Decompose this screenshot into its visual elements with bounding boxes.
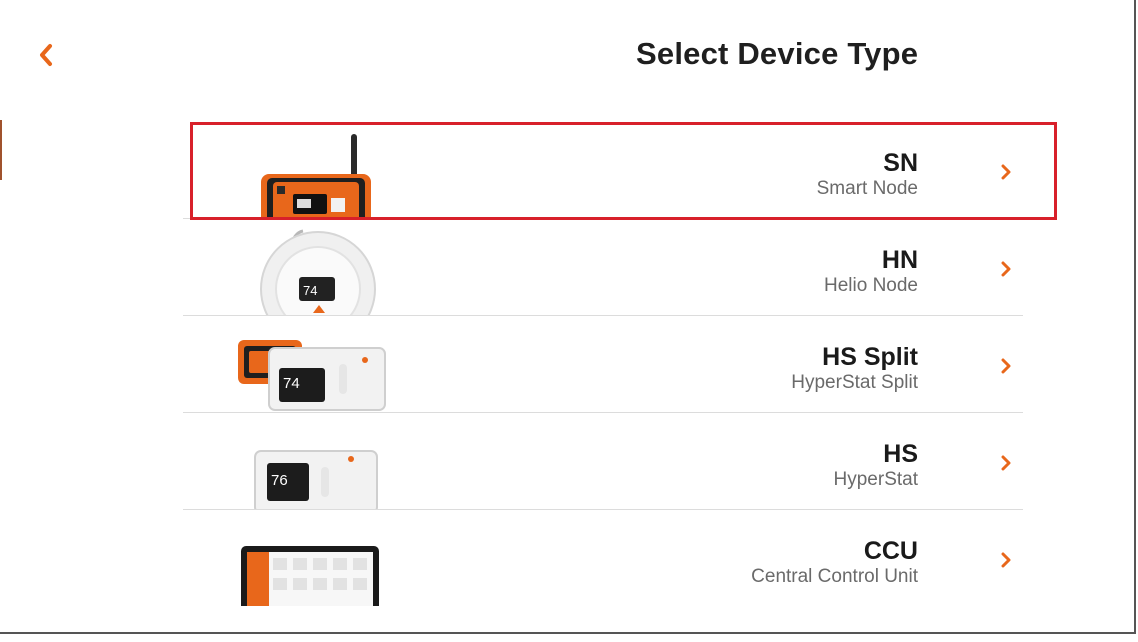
hs-display-reading: 76 xyxy=(271,472,288,489)
device-text: SN Smart Node xyxy=(817,148,918,200)
device-name: Helio Node xyxy=(824,275,918,296)
page-title: Select Device Type xyxy=(636,36,919,71)
chevron-right-icon xyxy=(1001,261,1011,277)
hyperstat-split-image: 74 xyxy=(233,316,403,412)
device-item-sn[interactable]: SN Smart Node xyxy=(183,122,1023,219)
device-name: HyperStat Split xyxy=(791,372,918,393)
hyperstat-image: 76 xyxy=(233,413,403,509)
device-item-hn[interactable]: 74 HN Helio Node xyxy=(183,219,1023,316)
device-text: HS HyperStat xyxy=(834,439,918,491)
device-item-hs-split[interactable]: 74 HS Split HyperStat Split xyxy=(183,316,1023,413)
device-text: HN Helio Node xyxy=(824,245,918,297)
device-name: Smart Node xyxy=(816,178,918,199)
chevron-right-icon xyxy=(1001,552,1011,568)
chevron-right-icon xyxy=(1001,164,1011,180)
device-type-list: SN Smart Node 74 HN Helio Node 74 HS Spl… xyxy=(183,122,1023,606)
device-text: HS Split HyperStat Split xyxy=(791,342,918,394)
back-button[interactable] xyxy=(32,40,60,70)
device-text: CCU Central Control Unit xyxy=(751,536,918,588)
device-item-ccu[interactable]: CCU Central Control Unit xyxy=(183,510,1023,606)
hs-split-display-reading: 74 xyxy=(283,375,300,392)
helio-node-image: 74 xyxy=(233,219,403,315)
device-name: HyperStat xyxy=(833,469,918,490)
device-code: HN xyxy=(881,246,918,274)
hn-display-reading: 74 xyxy=(303,283,317,298)
device-item-hs[interactable]: 76 HS HyperStat xyxy=(183,413,1023,510)
device-code: SN xyxy=(883,149,918,177)
chevron-left-icon xyxy=(40,44,52,66)
chevron-right-icon xyxy=(1001,358,1011,374)
ccu-tablet-image xyxy=(233,510,403,606)
smart-node-image xyxy=(233,122,403,218)
device-code: HS Split xyxy=(822,343,918,371)
device-name: Central Control Unit xyxy=(751,566,918,587)
chevron-right-icon xyxy=(1001,455,1011,471)
device-code: CCU xyxy=(863,537,918,565)
device-code: HS xyxy=(883,440,918,468)
left-edge-accent xyxy=(0,120,2,180)
